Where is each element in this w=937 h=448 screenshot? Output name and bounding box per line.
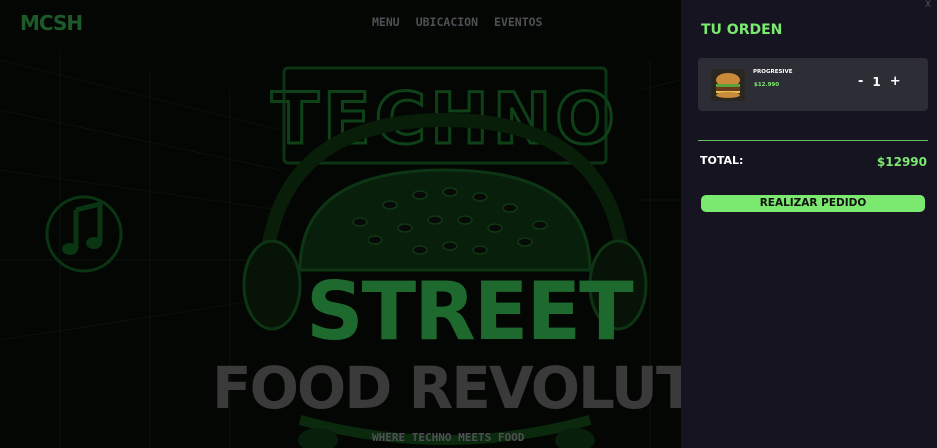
divider	[698, 140, 928, 141]
hero-headline-street: STREET	[306, 265, 634, 358]
decrease-qty-button[interactable]: -	[858, 75, 863, 88]
cart-item: PROGRESIVE $12.990 - 1 +	[698, 58, 928, 111]
quantity-stepper: - 1 +	[858, 75, 901, 88]
nav-item-eventos[interactable]: EVENTOS	[494, 15, 542, 29]
item-name: PROGRESIVE	[753, 69, 793, 75]
place-order-button[interactable]: REALIZAR PEDIDO	[701, 195, 925, 212]
hero-tagline: WHERE TECHNO MEETS FOOD	[372, 431, 525, 444]
main-nav: MENU UBICACION EVENTOS	[372, 15, 542, 29]
total-label: TOTAL:	[700, 154, 744, 167]
total-value: $12990	[876, 155, 927, 169]
item-price: $12.990	[754, 82, 780, 88]
close-cart-button[interactable]: X	[925, 0, 931, 10]
brand-logo[interactable]: MCSH	[20, 11, 83, 35]
nav-item-ubicacion[interactable]: UBICACION	[416, 15, 478, 29]
cart-title: TU ORDEN	[701, 22, 783, 38]
nav-item-menu[interactable]: MENU	[372, 15, 400, 29]
increase-qty-button[interactable]: +	[890, 75, 901, 88]
burger-icon	[711, 69, 745, 101]
burger-thumbnail	[711, 69, 745, 101]
quantity-value: 1	[872, 74, 881, 89]
cart-panel: X TU ORDEN PROGRESIVE $12.990 - 1 + TOTA…	[681, 0, 937, 448]
